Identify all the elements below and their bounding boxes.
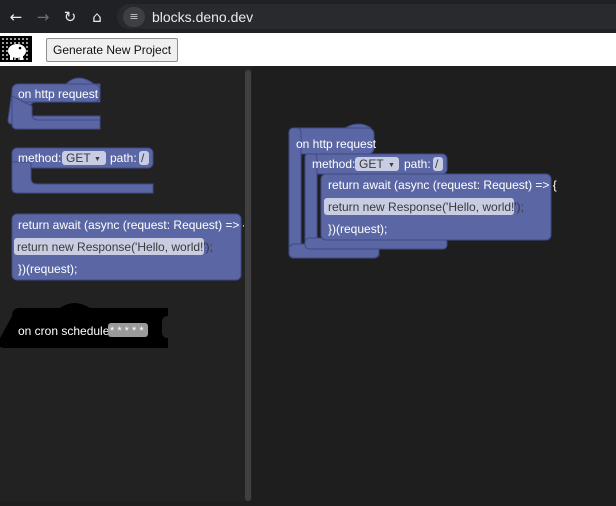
- workspace-method-value: GET: [359, 157, 384, 171]
- flyout-return-await-block[interactable]: return await (async (request: Request) =…: [11, 213, 247, 281]
- flyout-http-request-label: on http request: [18, 87, 99, 101]
- browser-toolbar: ← → ↻ ⌂ ≡ blocks.deno.dev: [0, 0, 616, 33]
- flyout-scrollbar[interactable]: [245, 70, 251, 501]
- forward-arrow-icon[interactable]: →: [32, 6, 54, 28]
- app-toolbar: Generate New Project: [0, 33, 616, 66]
- workspace-response-value: return new Response('Hello, world!');: [328, 200, 524, 214]
- flyout-response-value: return new Response('Hello, world!');: [17, 240, 213, 254]
- flyout-http-request-block[interactable]: on http request: [7, 77, 101, 130]
- workspace-dropdown-arrow-icon: ▼: [388, 162, 395, 169]
- back-arrow-icon[interactable]: ←: [5, 6, 27, 28]
- dino-logo-icon: [0, 34, 32, 64]
- flyout-dropdown-arrow-icon: ▼: [94, 156, 101, 163]
- workspace-http-request-block[interactable]: on http request method: GET ▼ path: / re…: [288, 123, 557, 259]
- home-icon[interactable]: ⌂: [86, 6, 108, 28]
- address-bar[interactable]: ≡ blocks.deno.dev: [117, 4, 616, 29]
- workspace-method-label: method:: [312, 157, 355, 171]
- flyout-method-label: method:: [18, 151, 61, 165]
- site-info-icon[interactable]: ≡: [123, 6, 145, 27]
- workspace-close-request-label: })(request);: [328, 222, 387, 236]
- flyout-close-request-label: })(request);: [18, 262, 77, 276]
- flyout-method-block[interactable]: method: GET ▼ path: /: [11, 147, 154, 194]
- flyout-path-label: path:: [110, 151, 137, 165]
- workspace-http-request-label: on http request: [296, 137, 377, 151]
- reload-icon[interactable]: ↻: [59, 6, 81, 28]
- flyout-canvas: on http request method: GET ▼ path: / re…: [0, 77, 247, 348]
- flyout-cron-block[interactable]: on cron schedule * * * * *: [0, 303, 168, 348]
- workspace-return-await-label: return await (async (request: Request) =…: [328, 178, 557, 192]
- blocks-workspace[interactable]: on http request method: GET ▼ path: / re…: [252, 66, 616, 501]
- generate-new-project-button[interactable]: Generate New Project: [46, 38, 179, 62]
- block-flyout: on http request method: GET ▼ path: / re…: [0, 66, 247, 501]
- workspace-canvas: on http request method: GET ▼ path: / re…: [288, 123, 557, 259]
- url-text: blocks.deno.dev: [152, 8, 254, 25]
- flyout-cron-label: on cron schedule: [18, 324, 110, 338]
- flyout-method-value: GET: [66, 151, 91, 165]
- workspace-path-label: path:: [404, 157, 431, 171]
- flyout-return-await-label: return await (async (request: Request) =…: [18, 218, 244, 232]
- flyout-cron-value: * * * * *: [110, 325, 144, 337]
